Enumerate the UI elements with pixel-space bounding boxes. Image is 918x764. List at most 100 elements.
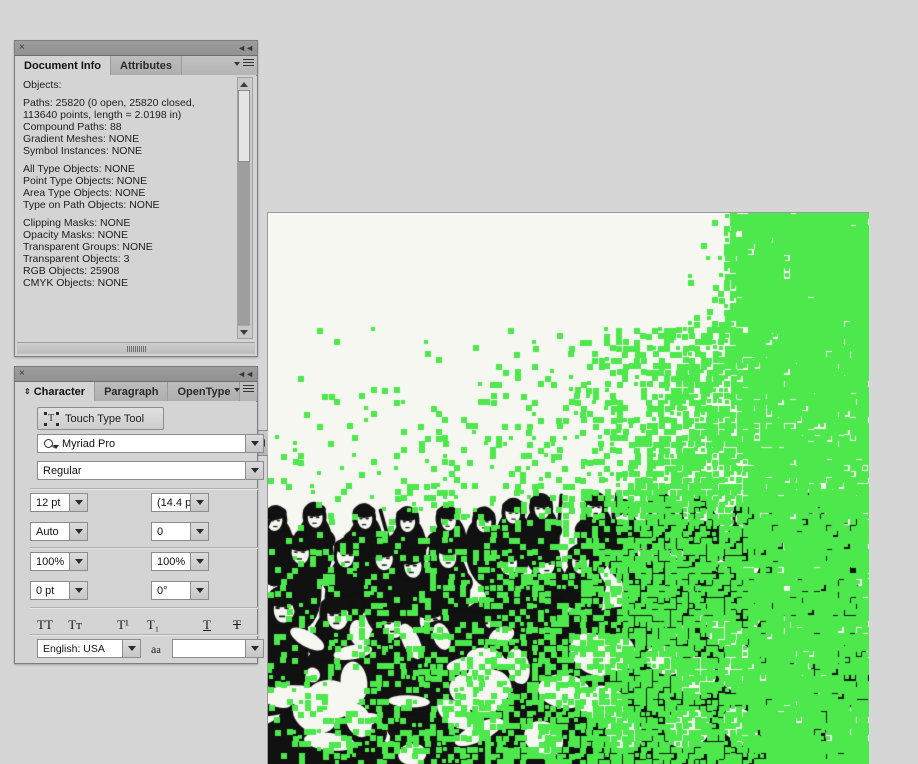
document-info-panel-menu-button[interactable] — [234, 59, 254, 68]
document-info-line: Gradient Meshes: NONE — [23, 133, 140, 145]
tab-character[interactable]: ⇕ Character — [15, 382, 96, 402]
horizontal-scale-value: 100% — [157, 555, 186, 568]
tracking-dropdown-arrow[interactable] — [190, 523, 208, 540]
document-info-line: Transparent Groups: NONE — [23, 241, 153, 253]
font-style-dropdown-arrow[interactable] — [245, 462, 263, 479]
character-rotation-dropdown-arrow[interactable] — [190, 582, 208, 599]
document-info-line: Symbol Instances: NONE — [23, 145, 143, 157]
document-info-line: Clipping Masks: NONE — [23, 217, 131, 229]
tab-attributes-label: Attributes — [120, 59, 172, 72]
tab-paragraph-label: Paragraph — [104, 385, 159, 398]
scroll-down-arrow-icon[interactable] — [238, 325, 250, 338]
document-info-body: Objects: Paths: 25820 (0 open, 25820 clos… — [16, 75, 256, 355]
baseline-shift-input[interactable]: 0 pt — [30, 581, 88, 600]
grip-lines-icon — [126, 345, 146, 352]
vertical-scale-dropdown-arrow[interactable] — [69, 553, 87, 570]
vertical-scale-control[interactable]: ↕T 100% — [30, 552, 88, 571]
horizontal-scale-dropdown-arrow[interactable] — [190, 553, 208, 570]
character-rotation-control[interactable]: T 0° — [151, 581, 209, 600]
document-info-line: 113640 points, length = 2.0198 in) — [23, 109, 182, 121]
document-info-scrollbar[interactable] — [237, 77, 253, 339]
kerning-input[interactable]: Auto — [30, 522, 88, 541]
language-dropdown-arrow[interactable] — [122, 640, 140, 657]
document-info-titlebar[interactable]: × ◄◄ — [15, 41, 257, 56]
document-info-line: Area Type Objects: NONE — [23, 187, 146, 199]
close-icon[interactable]: × — [19, 368, 25, 379]
font-size-control[interactable]: TT 12 pt — [30, 493, 88, 512]
character-panel-menu-button[interactable] — [234, 385, 254, 394]
tracking-input[interactable]: 0 — [151, 522, 209, 541]
vertical-scale-input[interactable]: 100% — [30, 552, 88, 571]
font-family-input[interactable]: Myriad Pro — [37, 434, 264, 453]
tab-opentype-label: OpenType — [177, 385, 231, 398]
baseline-shift-control[interactable]: Aa 0 pt — [30, 581, 88, 600]
document-info-line: Transparent Objects: 3 — [23, 253, 130, 265]
font-size-input[interactable]: 12 pt — [30, 493, 88, 512]
triangle-down-icon — [234, 387, 240, 392]
character-rotation-value: 0° — [157, 584, 168, 597]
font-size-value: 12 pt — [36, 496, 61, 509]
tracking-control[interactable]: VA 0 — [151, 522, 209, 541]
strikethrough-button[interactable]: T — [222, 614, 252, 636]
tab-document-info[interactable]: Document Info — [15, 56, 111, 76]
underline-button[interactable]: T — [192, 614, 222, 636]
small-caps-button[interactable]: Tᴛ — [60, 614, 90, 636]
leading-control[interactable]: ↕AA (14.4 pt) — [151, 493, 209, 512]
horizontal-scale-control[interactable]: T 100% — [151, 552, 209, 571]
kerning-control[interactable]: V/A Auto — [30, 522, 88, 541]
subscript-glyph: T₁ — [146, 617, 160, 632]
leading-input[interactable]: (14.4 pt) — [151, 493, 209, 512]
collapse-icon[interactable]: ◄◄ — [237, 368, 254, 380]
font-style-input[interactable]: Regular — [37, 461, 264, 480]
vertical-scale-value: 100% — [36, 555, 65, 568]
divider — [30, 634, 258, 636]
character-panel[interactable]: × ◄◄ ⇕ Character Paragraph OpenType T To… — [14, 366, 264, 664]
collapse-icon[interactable]: ◄◄ — [237, 42, 254, 54]
anti-aliasing-select[interactable] — [172, 639, 264, 658]
underline-glyph: T — [203, 617, 211, 632]
document-info-tab-strip: Document Info Attributes — [15, 56, 257, 76]
document-info-heading: Objects: — [23, 79, 62, 91]
scrollbar-thumb[interactable] — [238, 90, 250, 162]
document-canvas[interactable] — [267, 212, 918, 764]
touch-type-tool-label: Touch Type Tool — [65, 412, 145, 425]
anti-aliasing-dropdown-arrow[interactable] — [245, 640, 263, 657]
close-icon[interactable]: × — [19, 42, 25, 53]
tab-paragraph[interactable]: Paragraph — [95, 382, 169, 401]
tab-document-info-label: Document Info — [24, 59, 101, 72]
kerning-dropdown-arrow[interactable] — [69, 523, 87, 540]
language-value: English: USA — [43, 642, 105, 655]
tab-character-label: Character — [33, 385, 86, 398]
hamburger-icon — [243, 59, 254, 68]
baseline-shift-dropdown-arrow[interactable] — [69, 582, 87, 599]
panel-drag-grip[interactable] — [17, 342, 255, 354]
tab-opentype[interactable]: OpenType — [168, 382, 241, 401]
touch-type-tool-icon: T — [44, 411, 59, 426]
language-select[interactable]: English: USA — [37, 639, 141, 658]
superscript-glyph: T¹ — [117, 617, 129, 632]
touch-type-tool-button[interactable]: T Touch Type Tool — [37, 407, 164, 430]
document-info-line: Paths: 25820 (0 open, 25820 closed, — [23, 97, 195, 109]
strikethrough-glyph: T — [233, 617, 241, 632]
artboard[interactable] — [267, 212, 869, 764]
leading-dropdown-arrow[interactable] — [190, 494, 208, 511]
leading-value: (14.4 pt) — [157, 496, 190, 509]
document-info-line: All Type Objects: NONE — [23, 163, 135, 175]
superscript-button[interactable]: T¹ — [108, 614, 138, 636]
character-body: T Touch Type Tool Myriad Pro Regular TT … — [16, 401, 264, 662]
document-info-panel[interactable]: × ◄◄ Document Info Attributes Objects: Pa… — [14, 40, 258, 357]
document-info-line: CMYK Objects: NONE — [23, 277, 129, 289]
all-caps-button[interactable]: TT — [30, 614, 60, 636]
character-titlebar[interactable]: × ◄◄ — [15, 367, 257, 382]
character-rotation-input[interactable]: 0° — [151, 581, 209, 600]
divider — [30, 547, 258, 549]
font-family-dropdown-arrow[interactable] — [245, 435, 263, 452]
baseline-shift-value: 0 pt — [36, 584, 55, 597]
font-size-dropdown-arrow[interactable] — [69, 494, 87, 511]
divider — [30, 488, 258, 490]
tab-attributes[interactable]: Attributes — [111, 56, 182, 75]
artwork-illustration — [268, 213, 869, 764]
scrollbar-track[interactable] — [238, 90, 250, 326]
subscript-button[interactable]: T₁ — [138, 614, 168, 636]
horizontal-scale-input[interactable]: 100% — [151, 552, 209, 571]
